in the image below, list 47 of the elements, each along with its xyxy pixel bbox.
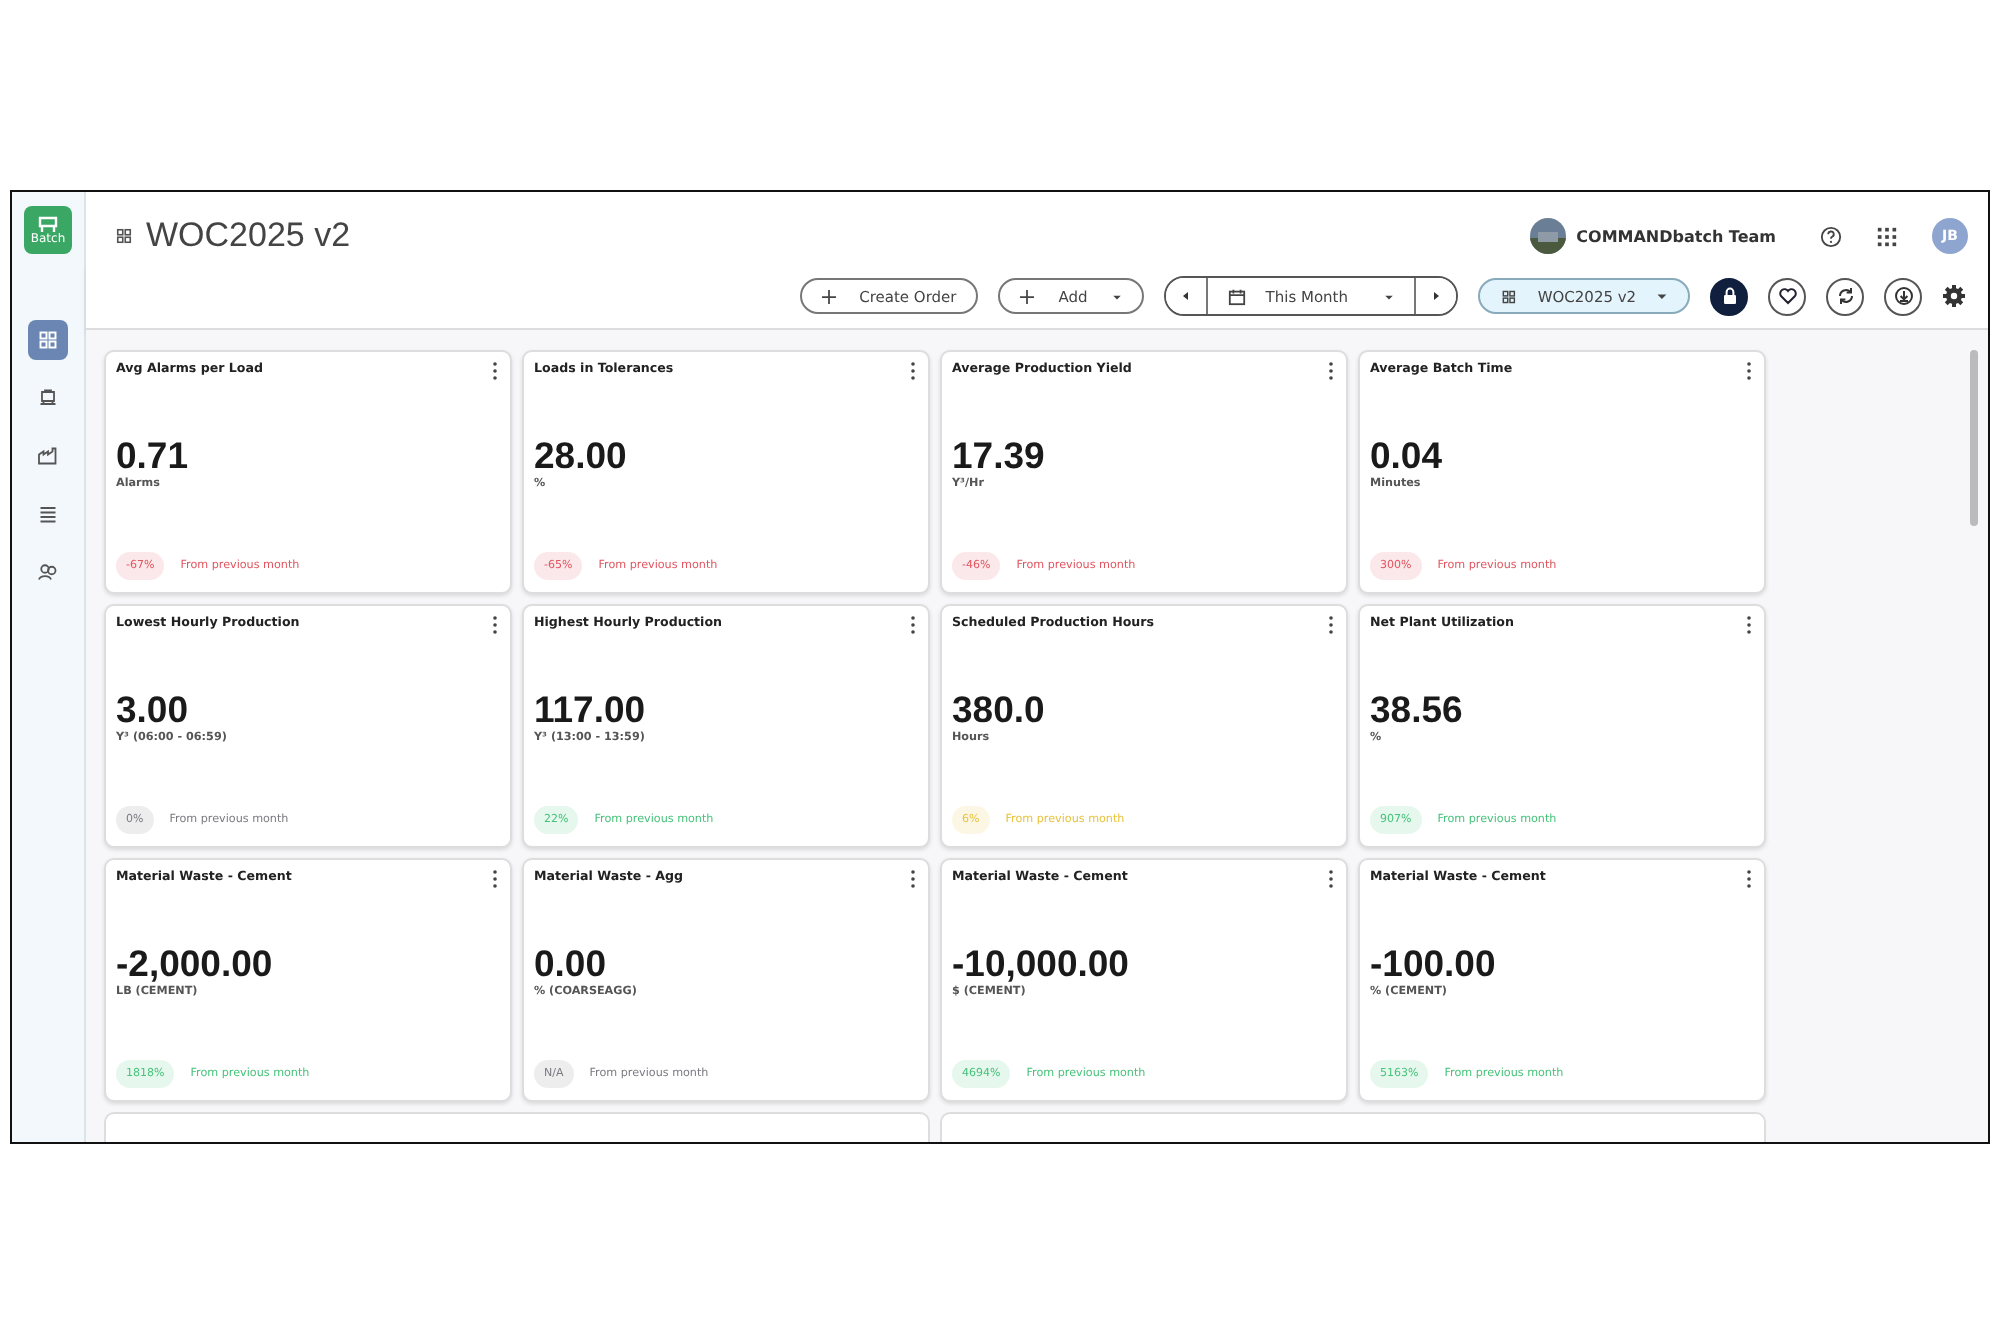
kpi-value: 3.00	[116, 692, 191, 729]
kpi-value: 117.00	[534, 692, 648, 729]
download-button[interactable]	[1884, 277, 1922, 315]
help-icon[interactable]	[1820, 225, 1842, 247]
lock-icon	[1719, 286, 1739, 306]
plus-icon	[821, 289, 836, 303]
refresh-button[interactable]	[1826, 277, 1864, 315]
more-icon[interactable]	[1328, 870, 1334, 888]
more-icon[interactable]	[1328, 616, 1334, 634]
grid-icon	[1500, 287, 1518, 305]
lock-button[interactable]	[1710, 277, 1748, 315]
more-icon[interactable]	[492, 362, 498, 380]
kpi-value: 28.00	[534, 438, 629, 475]
team-avatar	[1530, 218, 1567, 254]
more-icon[interactable]	[910, 616, 916, 634]
team-name[interactable]: COMMANDbatch Team	[1576, 227, 1776, 245]
dashboard-nav-icon[interactable]	[28, 320, 68, 360]
favorite-button[interactable]	[1768, 277, 1806, 315]
heart-icon	[1777, 286, 1797, 306]
kpi-value: 0.71	[116, 438, 191, 475]
right-arrow-icon	[1430, 290, 1442, 302]
more-icon[interactable]	[1746, 616, 1752, 634]
kpi-value: -2,000.00	[116, 946, 275, 983]
kpi-value: 380.0	[952, 692, 1047, 729]
page-title: WOC2025 v2	[146, 216, 351, 256]
more-icon[interactable]	[1746, 362, 1752, 380]
kpi-value: 17.39	[952, 438, 1047, 475]
kpi-value: 0.00	[534, 946, 609, 983]
kpi-value: -100.00	[1370, 946, 1498, 983]
kpi-value: 38.56	[1370, 692, 1465, 729]
more-icon[interactable]	[1328, 362, 1334, 380]
refresh-icon	[1835, 286, 1855, 306]
kpi-value: 0.04	[1370, 438, 1445, 475]
more-icon[interactable]	[1746, 870, 1752, 888]
more-icon[interactable]	[492, 870, 498, 888]
more-icon[interactable]	[910, 870, 916, 888]
more-icon[interactable]	[910, 362, 916, 380]
apps-grid-icon[interactable]	[1876, 225, 1898, 247]
download-icon	[1893, 286, 1913, 306]
plus-icon	[1020, 289, 1035, 303]
kpi-value: -10,000.00	[952, 946, 1131, 983]
grid-icon	[114, 226, 134, 246]
calendar-icon	[1227, 287, 1246, 305]
caret-icon	[1656, 290, 1668, 302]
more-icon[interactable]	[492, 616, 498, 634]
settings-icon[interactable]	[1942, 284, 1966, 308]
left-arrow-icon	[1179, 290, 1192, 302]
